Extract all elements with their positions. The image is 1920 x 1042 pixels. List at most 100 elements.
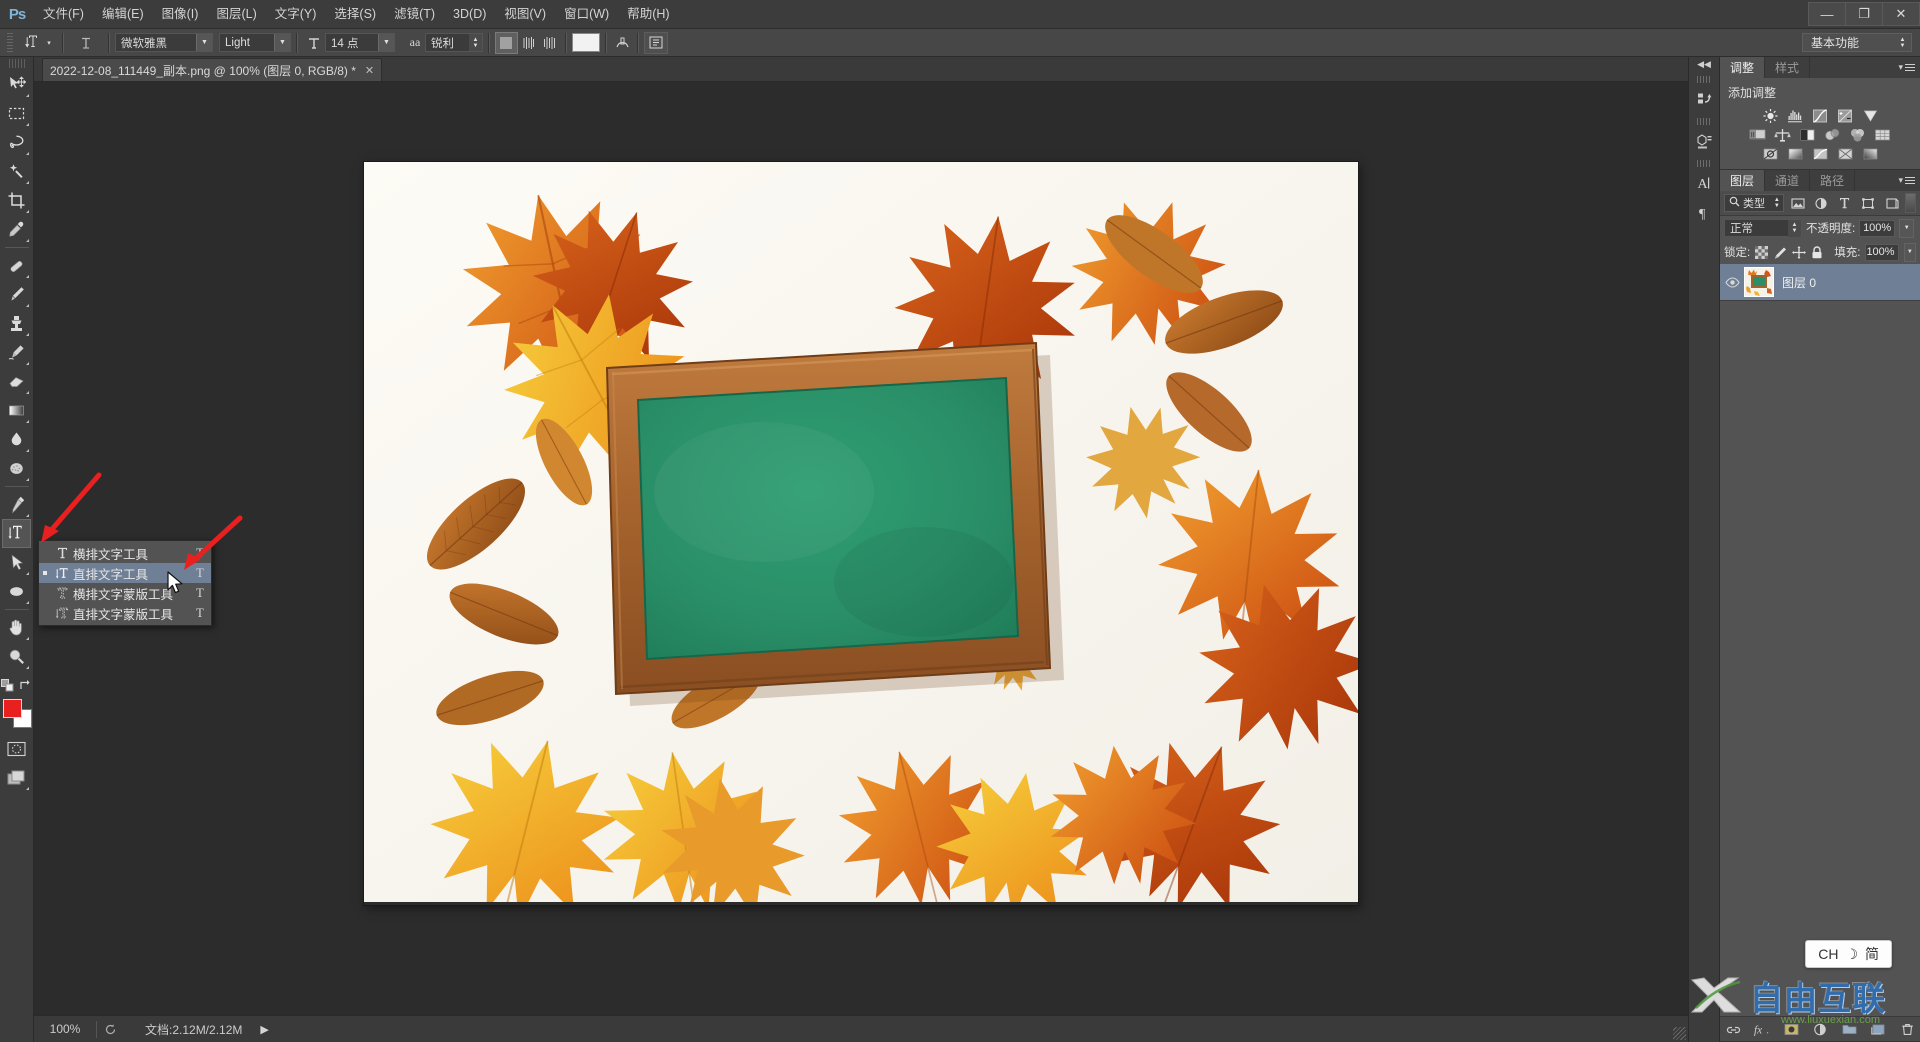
menu-file[interactable]: 文件(F)	[34, 0, 93, 28]
fill-chevron-icon[interactable]: ▼	[1903, 242, 1916, 262]
history-brush-tool[interactable]	[2, 338, 31, 367]
tab-layers[interactable]: 图层	[1720, 170, 1766, 191]
canvas-stage[interactable]	[34, 82, 1688, 1015]
exposure-icon[interactable]	[1836, 107, 1855, 124]
flyout-item-vertical-type[interactable]: 直排文字工具 T	[39, 563, 211, 583]
font-size-select[interactable]: 14 点 ▼	[325, 33, 395, 52]
black-white-icon[interactable]	[1798, 126, 1817, 143]
magic-wand-tool[interactable]	[2, 157, 31, 186]
ellipse-shape-tool[interactable]	[2, 577, 31, 606]
blend-mode-select[interactable]: 正常 ▲ ▼	[1724, 219, 1802, 237]
swap-colors-icon[interactable]	[19, 679, 32, 695]
workspace-switcher[interactable]: 基本功能 ▲ ▼	[1802, 33, 1912, 52]
minimize-button[interactable]: —	[1808, 2, 1846, 26]
chevron-down-icon[interactable]: ▼	[378, 34, 394, 51]
paragraph-panel-icon[interactable]: ¶	[1689, 198, 1719, 228]
foreground-color-swatch[interactable]	[2, 699, 22, 718]
filter-type-select[interactable]: 类型 ▲ ▼	[1724, 194, 1785, 212]
menu-layer[interactable]: 图层(L)	[207, 0, 265, 28]
opacity-chevron-icon[interactable]: ▼	[1899, 218, 1915, 238]
rectangular-marquee-tool[interactable]	[2, 99, 31, 128]
spinner-icon[interactable]: ▲ ▼	[1770, 195, 1783, 212]
pen-tool[interactable]	[2, 490, 31, 519]
font-family-select[interactable]: 微软雅黑 ▼	[115, 33, 213, 52]
menu-type[interactable]: 文字(Y)	[266, 0, 326, 28]
lock-transparent-pixels-icon[interactable]	[1755, 244, 1769, 260]
crop-tool[interactable]	[2, 186, 31, 215]
brightness-contrast-icon[interactable]	[1761, 107, 1780, 124]
layer-thumbnail[interactable]	[1744, 267, 1774, 297]
selective-color-icon[interactable]	[1861, 145, 1880, 162]
threshold-icon[interactable]	[1811, 145, 1830, 162]
spinner-icon[interactable]: ▲ ▼	[1788, 219, 1801, 237]
text-color-swatch[interactable]	[572, 33, 600, 52]
menu-window[interactable]: 窗口(W)	[555, 0, 618, 28]
eraser-tool[interactable]	[2, 367, 31, 396]
clone-stamp-tool[interactable]	[2, 309, 31, 338]
color-swatches[interactable]	[2, 698, 32, 728]
dodge-tool[interactable]	[2, 454, 31, 483]
close-button[interactable]: ✕	[1882, 2, 1920, 26]
tab-paths[interactable]: 路径	[1810, 170, 1856, 191]
lasso-tool[interactable]	[2, 128, 31, 157]
screen-mode-toggle[interactable]	[2, 763, 31, 792]
restore-button[interactable]: ❐	[1845, 2, 1883, 26]
chevron-down-icon[interactable]: ▼	[196, 34, 212, 51]
menu-help[interactable]: 帮助(H)	[618, 0, 678, 28]
warp-text-icon[interactable]	[612, 33, 632, 53]
type-tool-flyout-menu[interactable]: 横排文字工具 T 直排文字工具 T 横排文字蒙版工具 T 直排文字蒙版工具 T	[38, 540, 212, 626]
default-colors-icon[interactable]	[1, 679, 14, 695]
blur-tool[interactable]	[2, 425, 31, 454]
collapse-panels-button[interactable]: ◀◀	[1689, 57, 1719, 72]
lock-all-icon[interactable]	[1811, 244, 1823, 260]
layer-row-0[interactable]: 图层 0	[1720, 264, 1920, 301]
quick-mask-toggle[interactable]	[2, 734, 31, 763]
color-lookup-icon[interactable]	[1873, 126, 1892, 143]
vertical-type-tool[interactable]	[2, 519, 31, 548]
rail-grip[interactable]	[1696, 118, 1712, 125]
filter-smart-object-icon[interactable]	[1882, 194, 1901, 212]
panel-menu-button[interactable]: ▾	[1898, 57, 1920, 78]
zoom-tool[interactable]	[2, 642, 31, 671]
channel-mixer-icon[interactable]	[1848, 126, 1867, 143]
flyout-item-horizontal-type-mask[interactable]: 横排文字蒙版工具 T	[39, 583, 211, 603]
align-text-right-button[interactable]	[539, 33, 560, 53]
canvas-image[interactable]	[364, 162, 1375, 922]
opacity-value[interactable]: 100%	[1859, 219, 1896, 237]
eyedropper-tool[interactable]	[2, 215, 31, 244]
menu-edit[interactable]: 编辑(E)	[93, 0, 153, 28]
flyout-item-horizontal-type[interactable]: 横排文字工具 T	[39, 543, 211, 563]
photo-filter-icon[interactable]	[1823, 126, 1842, 143]
toggle-text-orientation-icon[interactable]	[75, 32, 97, 53]
layer-visibility-icon[interactable]	[1720, 276, 1744, 288]
options-bar-grip[interactable]	[3, 32, 17, 53]
menu-view[interactable]: 视图(V)	[495, 0, 555, 28]
spinner-icon[interactable]: ▲ ▼	[469, 34, 482, 51]
rotate-view-icon[interactable]	[97, 1023, 123, 1036]
posterize-icon[interactable]	[1786, 145, 1805, 162]
3d-panel-icon[interactable]	[1689, 126, 1719, 156]
menu-select[interactable]: 选择(S)	[325, 0, 385, 28]
spot-healing-brush-tool[interactable]	[2, 251, 31, 280]
move-tool[interactable]	[2, 70, 31, 99]
anti-alias-select[interactable]: 锐利 ▲ ▼	[425, 33, 483, 52]
lock-image-pixels-icon[interactable]	[1773, 244, 1787, 260]
filter-adjustment-layers-icon[interactable]	[1812, 194, 1831, 212]
align-text-left-button[interactable]	[495, 31, 518, 54]
layer-name[interactable]: 图层 0	[1782, 274, 1816, 291]
status-menu-arrow-icon[interactable]: ▶	[260, 1023, 268, 1036]
close-icon[interactable]: ✕	[365, 64, 374, 77]
character-panel-icon[interactable]: A	[1689, 168, 1719, 198]
color-balance-icon[interactable]	[1773, 126, 1792, 143]
tab-adjustments[interactable]: 调整	[1720, 57, 1766, 78]
levels-icon[interactable]	[1786, 107, 1805, 124]
resize-grip[interactable]	[1673, 1027, 1686, 1040]
tools-panel-grip[interactable]	[8, 59, 25, 68]
tool-preset-chevron-icon[interactable]: ▾	[44, 39, 54, 47]
rail-grip[interactable]	[1696, 160, 1712, 167]
delete-layer-icon[interactable]	[1899, 1021, 1915, 1037]
menu-filter[interactable]: 滤镜(T)	[385, 0, 444, 28]
invert-icon[interactable]	[1761, 145, 1780, 162]
tab-channels[interactable]: 通道	[1765, 170, 1811, 191]
chevron-down-icon[interactable]: ▼	[274, 34, 290, 51]
